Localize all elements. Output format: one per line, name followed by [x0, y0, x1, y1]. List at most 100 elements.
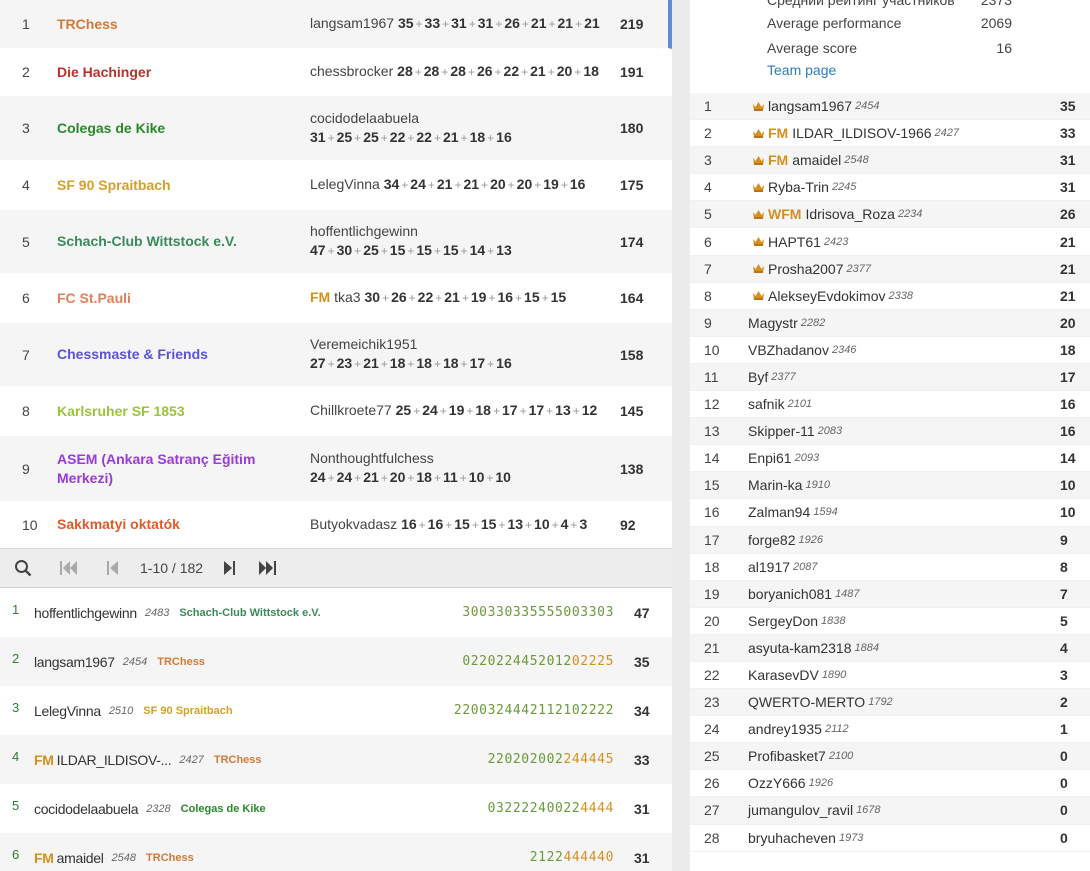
- team-player-row[interactable]: 5 WFM Idrisova_Roza 2234 26: [690, 201, 1090, 229]
- team-player-name-link[interactable]: Profibasket7: [748, 748, 826, 764]
- team-name-link[interactable]: ASEM (Ankara Satranç Eğitim Merkezi): [52, 450, 310, 488]
- player-name-link[interactable]: FM amaidel: [34, 850, 104, 866]
- team-player-row[interactable]: 4 Ryba-Trin 2245 31: [690, 174, 1090, 202]
- player-row[interactable]: 1 hoffentlichgewinn 2483 Schach-Club Wittst…: [0, 588, 672, 637]
- team-player-row[interactable]: 10 VBZhadanov 2346 18: [690, 336, 1090, 364]
- player-team-link[interactable]: Colegas de Kike: [181, 803, 266, 815]
- player-team-link[interactable]: TRChess: [146, 852, 194, 864]
- team-player-row[interactable]: 20 SergeyDon 1838 5: [690, 607, 1090, 635]
- team-player-row[interactable]: 15 Marin-ka 1910 10: [690, 472, 1090, 500]
- team-name-link[interactable]: Schach-Club Wittstock e.V.: [52, 232, 310, 251]
- team-row[interactable]: 9 ASEM (Ankara Satranç Eğitim Merkezi) Non…: [0, 436, 672, 502]
- team-player-row[interactable]: 25 Profibasket7 2100 0: [690, 743, 1090, 771]
- team-player-name-link[interactable]: FM amaidel: [768, 152, 841, 168]
- player-team-link[interactable]: SF 90 Spraitbach: [143, 705, 232, 717]
- team-player-name-link[interactable]: bryuhacheven: [748, 830, 836, 846]
- team-row[interactable]: 2 Die Hachinger chessbrocker 28 +28 +28 +26 +2…: [0, 49, 672, 96]
- team-player-row[interactable]: 11 Byf 2377 17: [690, 363, 1090, 392]
- team-player-name-link[interactable]: boryanich081: [748, 586, 832, 602]
- player-name-link[interactable]: langsam1967: [34, 654, 115, 670]
- team-player-name-link[interactable]: Skipper-11: [748, 423, 815, 439]
- team-player-row[interactable]: 24 andrey1935 2112 1: [690, 716, 1090, 744]
- team-row[interactable]: 5 Schach-Club Wittstock e.V. hoffentlichge…: [0, 210, 672, 274]
- team-player-row[interactable]: 27 jumangulov_ravil 1678 0: [690, 797, 1090, 825]
- team-row[interactable]: 3 Colegas de Kike cocidodelaabuela 31 +25 +2…: [0, 96, 672, 161]
- team-player-row[interactable]: 17 forge82 1926 9: [690, 526, 1090, 554]
- team-name-link[interactable]: Colegas de Kike: [52, 119, 310, 138]
- team-row[interactable]: 1 TRChess langsam1967 35 +33 +31 +31 +26 +21 +21…: [0, 0, 672, 49]
- team-row[interactable]: 7 Chessmaste & Friends Veremeichik1951 27 +…: [0, 323, 672, 387]
- team-player-row[interactable]: 9 Magystr 2282 20: [690, 309, 1090, 337]
- team-name-link[interactable]: Karlsruher SF 1853: [52, 402, 310, 421]
- player-name-link[interactable]: cocidodelaabuela: [34, 801, 138, 817]
- team-player-name-link[interactable]: Zalman94: [748, 504, 810, 520]
- team-lead-player[interactable]: hoffentlichgewinn: [310, 223, 418, 239]
- team-player-name-link[interactable]: KarasevDV: [748, 667, 819, 683]
- team-player-name-link[interactable]: safnik: [748, 396, 785, 412]
- team-player-name-link[interactable]: forge82: [748, 532, 795, 548]
- team-player-name-link[interactable]: AlekseyEvdokimov: [768, 288, 886, 304]
- team-lead-player[interactable]: tka3: [334, 289, 360, 305]
- team-lead-player[interactable]: langsam1967: [310, 15, 394, 31]
- team-page-link[interactable]: Team page: [767, 62, 836, 78]
- team-player-row[interactable]: 28 bryuhacheven 1973 0: [690, 824, 1090, 852]
- team-player-name-link[interactable]: WFM Idrisova_Roza: [768, 206, 895, 222]
- team-player-row[interactable]: 13 Skipper-11 2083 16: [690, 418, 1090, 446]
- team-name-link[interactable]: SF 90 Spraitbach: [52, 176, 310, 195]
- team-name-link[interactable]: Sakkmatyi oktatók: [52, 515, 310, 534]
- team-name-link[interactable]: FC St.Pauli: [52, 289, 310, 308]
- team-player-row[interactable]: 12 safnik 2101 16: [690, 391, 1090, 419]
- prev-page-icon[interactable]: [92, 549, 134, 587]
- team-player-name-link[interactable]: HAPT61: [768, 234, 821, 250]
- player-row[interactable]: 2 langsam1967 2454 TRChess 02202244520120222…: [0, 637, 672, 686]
- team-player-row[interactable]: 22 KarasevDV 1890 3: [690, 661, 1090, 690]
- player-team-link[interactable]: Schach-Club Wittstock e.V.: [179, 607, 320, 619]
- team-player-row[interactable]: 18 al1917 2087 8: [690, 553, 1090, 581]
- team-player-row[interactable]: 23 QWERTO-MERTO 1792 2: [690, 689, 1090, 717]
- team-player-name-link[interactable]: langsam1967: [768, 98, 852, 114]
- team-lead-player[interactable]: Chillkroete77: [310, 402, 392, 418]
- team-row[interactable]: 8 Karlsruher SF 1853 Chillkroete77 25 +24 +1…: [0, 387, 672, 436]
- player-row[interactable]: 3 LelegVinna 2510 SF 90 Spraitbach 220032444…: [0, 686, 672, 735]
- player-team-link[interactable]: TRChess: [157, 656, 205, 668]
- team-lead-player[interactable]: Veremeichik1951: [310, 336, 417, 352]
- team-player-name-link[interactable]: al1917: [748, 559, 790, 575]
- team-player-row[interactable]: 6 HAPT61 2423 21: [690, 228, 1090, 256]
- player-row[interactable]: 5 cocidodelaabuela 2328 Colegas de Kike 0322…: [0, 784, 672, 833]
- team-player-row[interactable]: 21 asyuta-kam2318 1884 4: [690, 634, 1090, 662]
- team-player-name-link[interactable]: Byf: [748, 369, 768, 385]
- player-row[interactable]: 4 FM ILDAR_ILDISOV-... 2427 TRChess 220202002…: [0, 735, 672, 784]
- team-player-name-link[interactable]: Prosha2007: [768, 261, 844, 277]
- team-player-name-link[interactable]: FM ILDAR_ILDISOV-1966: [768, 125, 932, 141]
- player-name-link[interactable]: LelegVinna: [34, 703, 101, 719]
- team-row[interactable]: 4 SF 90 Spraitbach LelegVinna 34 +24 +21 +21 +…: [0, 161, 672, 210]
- player-name-link[interactable]: FM ILDAR_ILDISOV-...: [34, 752, 172, 768]
- team-lead-player[interactable]: cocidodelaabuela: [310, 110, 419, 126]
- player-team-link[interactable]: TRChess: [214, 754, 262, 766]
- team-row[interactable]: 10 Sakkmatyi oktatók Butyokvadasz 16 +16 +15…: [0, 502, 672, 548]
- team-player-name-link[interactable]: OzzY666: [748, 775, 806, 791]
- team-player-row[interactable]: 14 Enpi61 2093 14: [690, 445, 1090, 473]
- team-lead-player[interactable]: chessbrocker: [310, 63, 393, 79]
- team-player-name-link[interactable]: Enpi61: [748, 450, 792, 466]
- team-player-name-link[interactable]: jumangulov_ravil: [748, 802, 853, 818]
- team-player-name-link[interactable]: Magystr: [748, 315, 798, 331]
- team-player-row[interactable]: 8 AlekseyEvdokimov 2338 21: [690, 282, 1090, 310]
- next-page-icon[interactable]: [213, 549, 245, 587]
- team-name-link[interactable]: Die Hachinger: [52, 63, 310, 82]
- team-player-row[interactable]: 1 langsam1967 2454 35: [690, 93, 1090, 121]
- team-lead-player[interactable]: Nonthoughtfulchess: [310, 450, 434, 466]
- team-player-name-link[interactable]: QWERTO-MERTO: [748, 694, 865, 710]
- team-player-row[interactable]: 26 OzzY666 1926 0: [690, 770, 1090, 798]
- last-page-icon[interactable]: [245, 549, 289, 587]
- team-name-link[interactable]: Chessmaste & Friends: [52, 345, 310, 364]
- team-player-row[interactable]: 2 FM ILDAR_ILDISOV-1966 2427 33: [690, 120, 1090, 148]
- team-lead-player[interactable]: Butyokvadasz: [310, 516, 397, 532]
- search-icon[interactable]: [0, 549, 46, 587]
- player-name-link[interactable]: hoffentlichgewinn: [34, 605, 137, 621]
- team-player-name-link[interactable]: Marin-ka: [748, 477, 802, 493]
- team-player-name-link[interactable]: Ryba-Trin: [768, 179, 829, 195]
- team-player-name-link[interactable]: VBZhadanov: [748, 342, 829, 358]
- team-lead-player[interactable]: LelegVinna: [310, 176, 380, 192]
- team-player-row[interactable]: 3 FM amaidel 2548 31: [690, 147, 1090, 175]
